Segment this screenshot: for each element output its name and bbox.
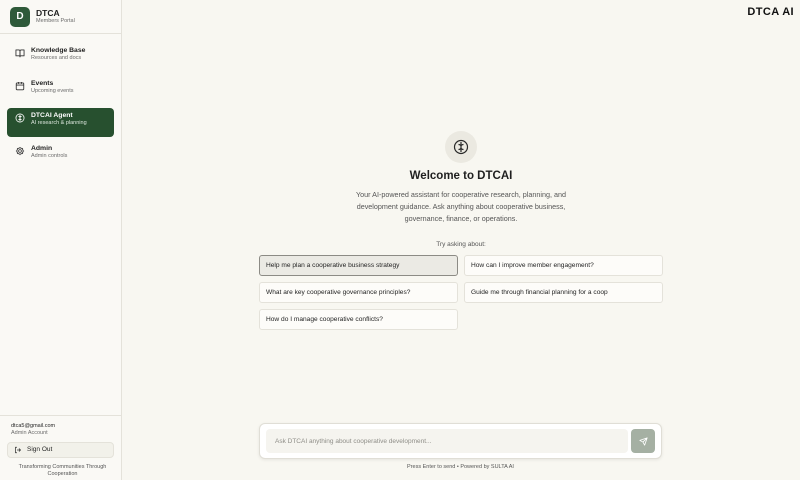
sidebar-item-label: Admin [31,144,53,152]
sidebar-nav: Knowledge Base Resources and docs Events… [0,34,121,182]
suggestion-chip[interactable]: How do I manage cooperative conflicts? [259,309,458,330]
sidebar-item-admin[interactable]: Admin Admin controls [7,141,114,170]
sign-out-label: Sign Out [27,446,53,454]
welcome-section: Welcome to DTCAI Your AI-powered assista… [122,131,800,248]
send-button[interactable] [631,429,655,453]
chat-input[interactable] [266,429,628,453]
sidebar-item-desc: Upcoming events [31,87,74,94]
sign-out-icon [15,446,22,453]
sidebar-item-label: Events [31,79,54,87]
gear-icon [15,146,25,156]
brand-subtitle: Members Portal [36,18,75,25]
brand-header[interactable]: D DTCA Members Portal [0,0,121,34]
sidebar-item-label: Knowledge Base [31,47,86,54]
welcome-title: Welcome to DTCAI [409,170,513,182]
tagline: Transforming Communities Through Coopera… [18,463,107,477]
chat-composer [259,423,662,459]
page-title: DTCA AI [747,6,794,18]
sidebar-item-label: DTCAI Agent [31,112,73,119]
sidebar-item-knowledge-base[interactable]: Knowledge Base Resources and docs [7,43,114,72]
sidebar-item-events[interactable]: Events Upcoming events [7,76,114,105]
input-hint: Press Enter to send • Powered by SULTA A… [407,464,514,470]
welcome-description: Your AI-powered assistant for cooperativ… [356,190,566,223]
logo: D [10,6,30,27]
suggestion-chip[interactable]: How can I improve member engagement? [464,255,663,276]
book-icon [15,48,25,58]
try-asking-label: Try asking about: [436,241,486,248]
account-panel: dtca5@gmail.com Admin Account Sign Out T… [0,415,121,480]
sidebar-item-dtcai-agent[interactable]: DTCAI Agent AI research & planning [7,108,114,137]
suggestion-list: Help me plan a cooperative business stra… [259,255,663,330]
suggestion-chip[interactable]: What are key cooperative governance prin… [259,282,458,303]
send-icon [638,436,648,446]
account-role: Admin Account [11,429,48,436]
suggestion-chip[interactable]: Guide me through financial planning for … [464,282,663,303]
sidebar-item-desc: AI research & planning [31,120,87,127]
sidebar-item-desc: Resources and docs [31,55,82,62]
brand-title: DTCA [36,7,60,18]
account-email: dtca5@gmail.com [11,423,56,429]
brain-icon [445,131,477,163]
sidebar-item-desc: Admin controls [31,152,68,159]
brain-icon [15,113,25,123]
suggestion-chip[interactable]: Help me plan a cooperative business stra… [259,255,458,276]
sign-out-button[interactable]: Sign Out [7,441,114,458]
sidebar: D DTCA Members Portal Knowledge Base Res… [0,0,122,480]
calendar-icon [15,81,25,91]
